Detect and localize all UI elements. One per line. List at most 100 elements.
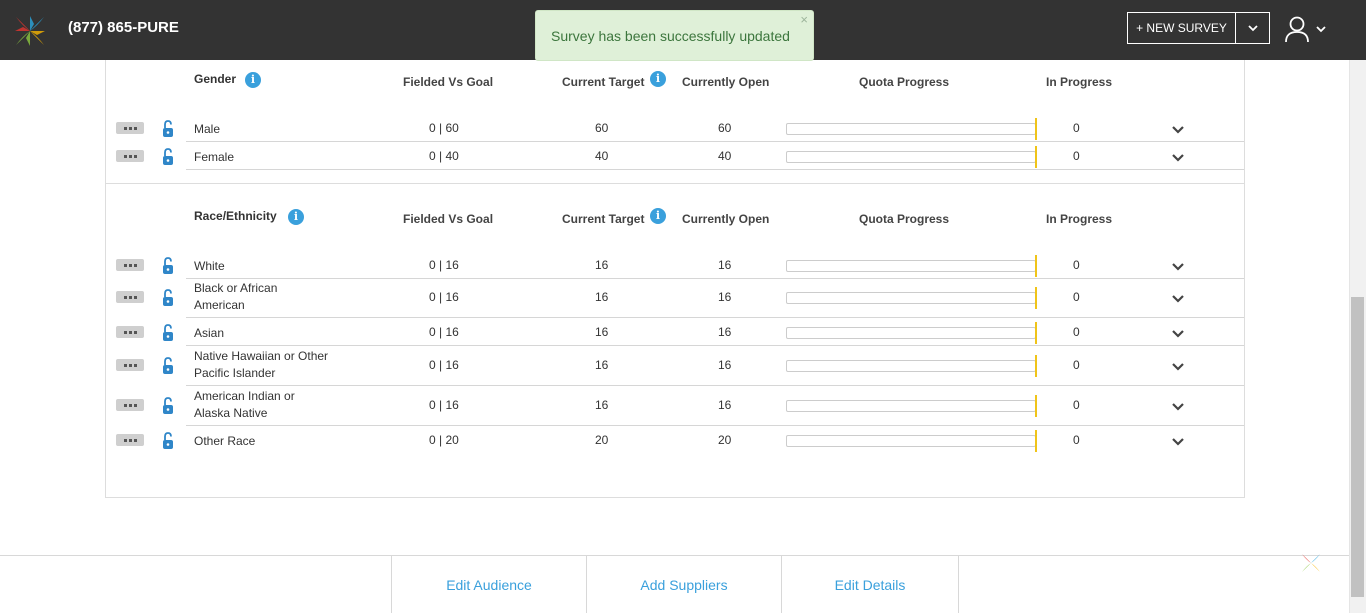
more-dots-icon[interactable] — [116, 434, 144, 446]
quota-row: Asian 0 | 16 16 16 0 — [106, 320, 1244, 346]
user-menu[interactable] — [1284, 14, 1328, 44]
lock-icon[interactable] — [162, 432, 174, 450]
currently-open: 40 — [718, 149, 732, 163]
column-header-open: Currently Open — [682, 212, 770, 226]
fielded-vs-goal: 0 | 60 — [429, 121, 459, 135]
lock-icon[interactable] — [162, 397, 174, 415]
in-progress-count: 0 — [1073, 358, 1080, 372]
currently-open: 16 — [718, 258, 732, 272]
chevron-down-icon[interactable] — [1171, 362, 1185, 372]
in-progress-count: 0 — [1073, 398, 1080, 412]
quota-progress-bar — [786, 400, 1036, 412]
info-icon[interactable]: i — [650, 71, 666, 87]
new-survey-button[interactable]: + NEW SURVEY — [1128, 13, 1236, 43]
edit-audience-button[interactable]: Edit Audience — [392, 556, 587, 613]
quota-goal-marker — [1035, 355, 1037, 377]
chevron-down-icon[interactable] — [1171, 329, 1185, 339]
quota-progress-bar — [786, 292, 1036, 304]
quota-goal-marker — [1035, 395, 1037, 417]
chevron-down-icon[interactable] — [1171, 437, 1185, 447]
quota-progress-bar — [786, 435, 1036, 447]
info-icon[interactable]: i — [245, 72, 261, 88]
quota-name: American Indian or Alaska Native — [194, 389, 295, 420]
row-divider — [186, 141, 1244, 142]
more-dots-icon[interactable] — [116, 291, 144, 303]
column-header-in-progress: In Progress — [1046, 212, 1113, 226]
user-icon — [1285, 16, 1309, 43]
quota-goal-marker — [1035, 255, 1037, 277]
chevron-down-icon[interactable] — [1171, 402, 1185, 412]
quota-name: Male — [194, 122, 221, 136]
fielded-vs-goal: 0 | 16 — [429, 398, 459, 412]
quota-name: White — [194, 259, 225, 273]
currently-open: 16 — [718, 290, 732, 304]
row-divider — [186, 317, 1244, 318]
fielded-vs-goal: 0 | 40 — [429, 149, 459, 163]
more-dots-icon[interactable] — [116, 122, 144, 134]
lock-icon[interactable] — [162, 257, 174, 275]
quota-row: Female 0 | 40 40 40 0 — [106, 144, 1244, 170]
column-header-target: Current Target — [562, 75, 645, 89]
fielded-vs-goal: 0 | 16 — [429, 325, 459, 339]
lock-icon[interactable] — [162, 289, 174, 307]
column-header-quota-progress: Quota Progress — [859, 212, 950, 226]
quota-row: Other Race 0 | 20 20 20 0 — [106, 428, 1244, 453]
quota-name: Black or African American — [194, 281, 278, 312]
lock-icon[interactable] — [162, 148, 174, 166]
current-target: 20 — [595, 433, 609, 447]
scrollbar-thumb[interactable] — [1351, 297, 1364, 597]
chevron-down-icon[interactable] — [1171, 294, 1185, 304]
support-phone: (877) 865-PURE — [68, 19, 179, 36]
currently-open: 16 — [718, 398, 732, 412]
column-header-in-progress: In Progress — [1046, 75, 1113, 89]
fielded-vs-goal: 0 | 16 — [429, 358, 459, 372]
quota-progress-bar — [786, 260, 1036, 272]
quota-progress-bar — [786, 327, 1036, 339]
more-dots-icon[interactable] — [116, 359, 144, 371]
fielded-vs-goal: 0 | 20 — [429, 433, 459, 447]
quota-row: Native Hawaiian or Other Pacific Islande… — [106, 347, 1244, 386]
quota-goal-marker — [1035, 430, 1037, 452]
in-progress-count: 0 — [1073, 258, 1080, 272]
more-dots-icon[interactable] — [116, 399, 144, 411]
chevron-down-icon[interactable] — [1171, 262, 1185, 272]
company-logo[interactable] — [13, 14, 47, 48]
more-dots-icon[interactable] — [116, 326, 144, 338]
chevron-down-icon — [1247, 24, 1258, 31]
row-divider — [186, 385, 1244, 386]
column-header-fielded: Fielded Vs Goal — [403, 75, 494, 89]
lock-icon[interactable] — [162, 357, 174, 375]
currently-open: 60 — [718, 121, 732, 135]
in-progress-count: 0 — [1073, 433, 1080, 447]
chevron-down-icon[interactable] — [1171, 153, 1185, 163]
footer-tabs: Edit Audience Add Suppliers Edit Details — [391, 556, 959, 613]
success-toast: Survey has been successfully updated × — [535, 10, 814, 61]
info-icon[interactable]: i — [288, 209, 304, 225]
toast-message: Survey has been successfully updated — [551, 28, 790, 44]
section-title-gender: Gender — [194, 72, 237, 86]
quota-goal-marker — [1035, 146, 1037, 168]
quota-goal-marker — [1035, 118, 1037, 140]
current-target: 16 — [595, 290, 609, 304]
current-target: 16 — [595, 325, 609, 339]
in-progress-count: 0 — [1073, 325, 1080, 339]
column-header-target: Current Target — [562, 212, 645, 226]
edit-details-button[interactable]: Edit Details — [782, 556, 959, 613]
new-survey-dropdown-toggle[interactable] — [1236, 13, 1269, 43]
current-target: 16 — [595, 358, 609, 372]
lock-icon[interactable] — [162, 324, 174, 342]
quota-progress-bar — [786, 360, 1036, 372]
section-title-race: Race/Ethnicity — [194, 209, 277, 223]
info-icon[interactable]: i — [650, 208, 666, 224]
more-dots-icon[interactable] — [116, 150, 144, 162]
chevron-down-icon[interactable] — [1171, 125, 1185, 135]
fielded-vs-goal: 0 | 16 — [429, 258, 459, 272]
currently-open: 20 — [718, 433, 732, 447]
current-target: 40 — [595, 149, 609, 163]
currently-open: 16 — [718, 358, 732, 372]
toast-close-button[interactable]: × — [800, 12, 808, 27]
add-suppliers-button[interactable]: Add Suppliers — [587, 556, 782, 613]
in-progress-count: 0 — [1073, 149, 1080, 163]
more-dots-icon[interactable] — [116, 259, 144, 271]
lock-icon[interactable] — [162, 120, 174, 138]
